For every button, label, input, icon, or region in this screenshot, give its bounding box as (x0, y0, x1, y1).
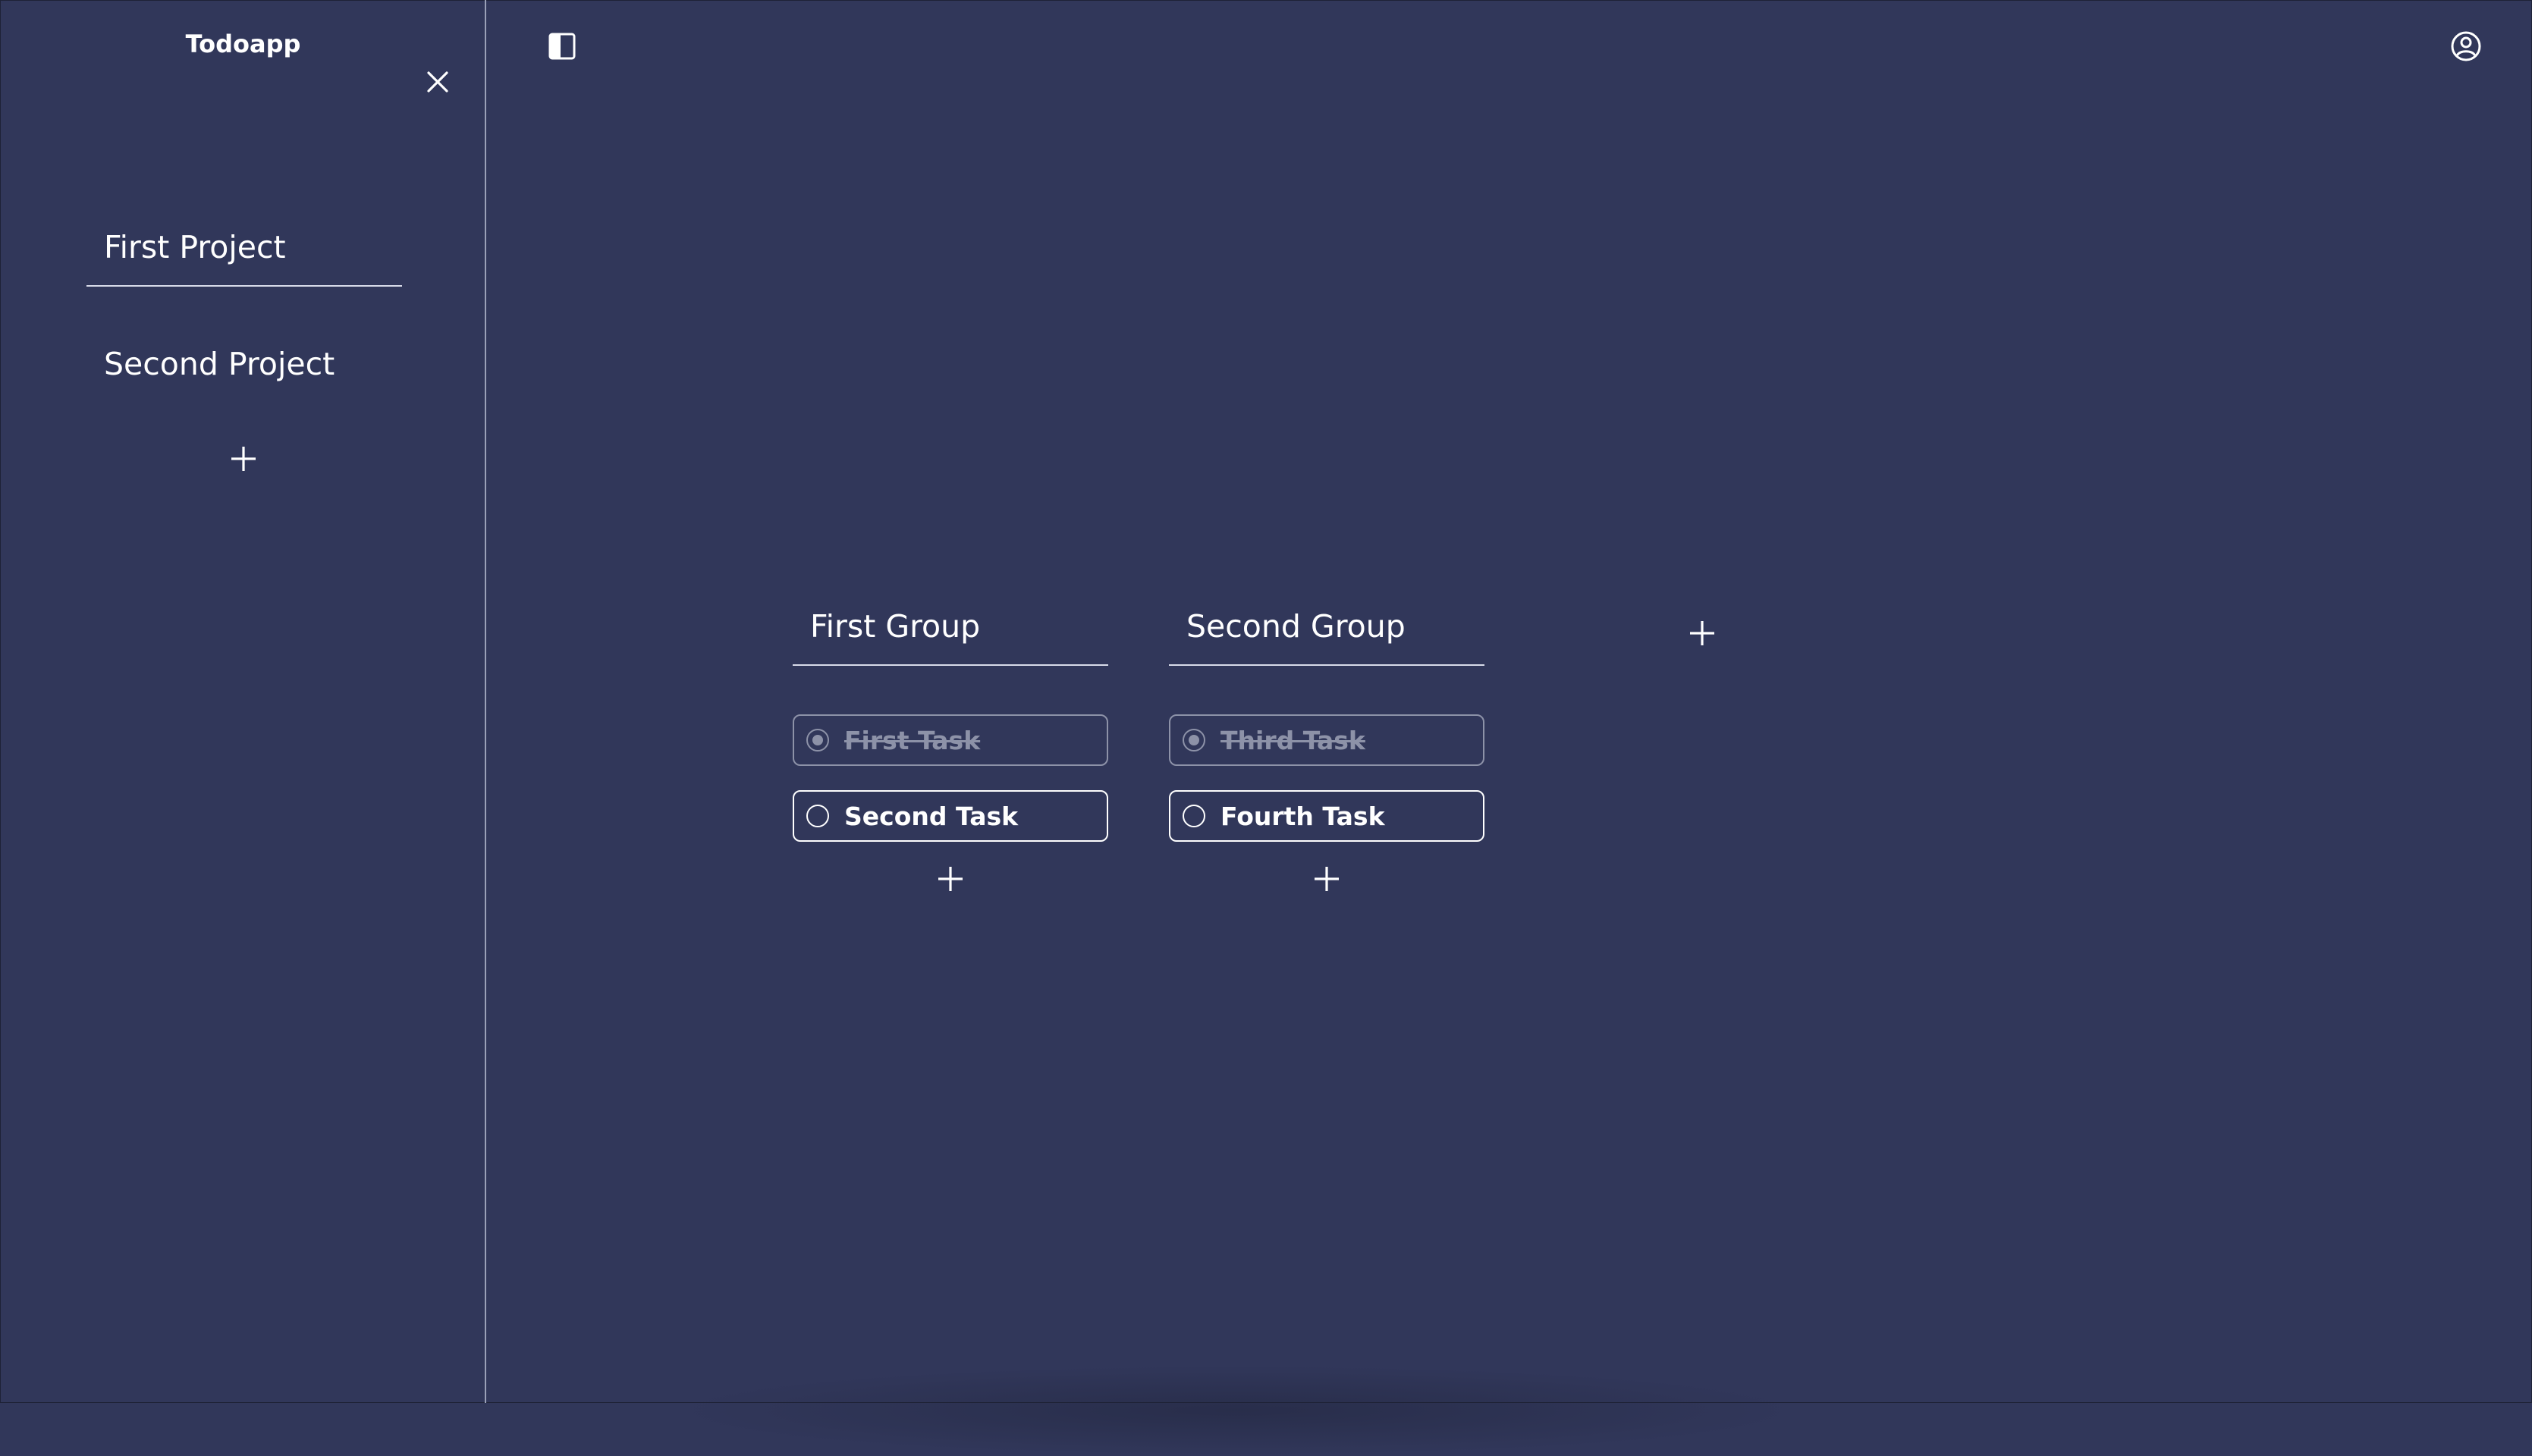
app-title: Todoapp (185, 30, 301, 58)
task-group: Second Group Third Task Fourth Task (1169, 604, 1484, 891)
plus-icon (1690, 621, 1714, 645)
user-circle-icon (2451, 31, 2481, 61)
plus-icon (1315, 867, 1339, 891)
task-checkbox[interactable] (806, 729, 829, 752)
group-title[interactable]: Second Group (1169, 604, 1484, 666)
task-item[interactable]: Second Task (793, 790, 1108, 842)
task-label: Fourth Task (1220, 801, 1385, 831)
task-group: First Group First Task Second Task (793, 604, 1108, 891)
sidebar-toggle-icon (548, 33, 576, 60)
checked-dot-icon (812, 735, 823, 745)
add-group-button[interactable] (1685, 616, 1720, 651)
task-checkbox[interactable] (806, 805, 829, 827)
add-task-button[interactable] (933, 861, 968, 896)
close-sidebar-button[interactable] (421, 65, 454, 99)
task-item[interactable]: Third Task (1169, 714, 1484, 766)
task-checkbox[interactable] (1183, 805, 1205, 827)
bottom-shadow (668, 1365, 1805, 1456)
close-icon (427, 71, 448, 93)
sidebar-toggle-button[interactable] (546, 30, 578, 62)
task-item[interactable]: Fourth Task (1169, 790, 1484, 842)
task-label: Third Task (1220, 725, 1365, 755)
task-label: First Task (844, 725, 981, 755)
sidebar-item-first-project[interactable]: First Project (86, 224, 402, 287)
task-item[interactable]: First Task (793, 714, 1108, 766)
task-label: Second Task (844, 801, 1019, 831)
sidebar: Todoapp First Project Second Project (0, 0, 486, 1403)
add-task-button[interactable] (1309, 861, 1344, 896)
sidebar-item-second-project[interactable]: Second Project (86, 341, 402, 387)
group-title[interactable]: First Group (793, 604, 1108, 666)
plus-icon (938, 867, 963, 891)
checked-dot-icon (1189, 735, 1199, 745)
plus-icon (231, 447, 256, 471)
task-checkbox[interactable] (1183, 729, 1205, 752)
add-project-button[interactable] (226, 441, 261, 476)
account-button[interactable] (2449, 29, 2483, 64)
